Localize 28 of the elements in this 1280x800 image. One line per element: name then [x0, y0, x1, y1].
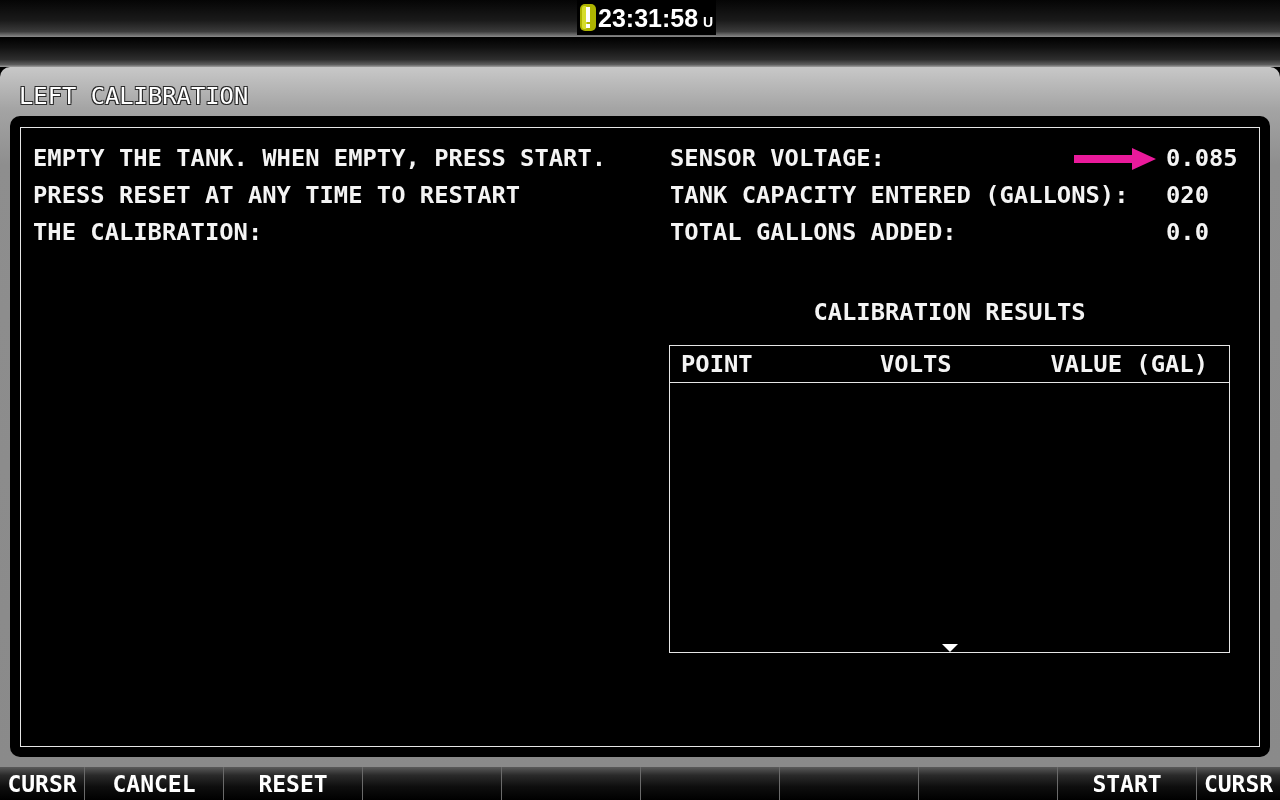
blank-softkey[interactable]: [640, 767, 779, 800]
reading-value: 020: [1166, 180, 1210, 211]
softkey[interactable]: RESET: [223, 767, 362, 800]
softkey[interactable]: CURSR: [1196, 767, 1280, 800]
softkey[interactable]: CANCEL: [84, 767, 223, 800]
softkey[interactable]: START: [1057, 767, 1196, 800]
page-title: LEFT CALIBRATION: [19, 82, 249, 110]
instruction-text: THE CALIBRATION:: [33, 217, 264, 248]
column-header: VOLTS: [880, 349, 952, 380]
softkey[interactable]: CURSR: [0, 767, 84, 800]
alert-icon: [580, 4, 596, 31]
down-triangle-icon: [941, 644, 958, 652]
blank-softkey[interactable]: [501, 767, 640, 800]
reading-label: TANK CAPACITY ENTERED (GALLONS):: [670, 180, 1129, 211]
time-zone-label: U: [703, 13, 714, 30]
column-header: POINT: [680, 349, 753, 380]
reading-value: 0.0: [1166, 217, 1210, 248]
clock-time: 23:31:58: [598, 3, 699, 32]
instruction-text: PRESS RESET AT ANY TIME TO RESTART: [33, 180, 522, 211]
column-header: VALUE (GAL): [1050, 349, 1209, 380]
blank-softkey[interactable]: [779, 767, 918, 800]
reading-label: TOTAL GALLONS ADDED:: [670, 217, 957, 248]
instruction-text: EMPTY THE TANK. WHEN EMPTY, PRESS START.: [33, 143, 608, 174]
blank-softkey[interactable]: [362, 767, 501, 800]
reading-value: 0.085: [1166, 143, 1238, 174]
blank-softkey[interactable]: [918, 767, 1057, 800]
reading-label: SENSOR VOLTAGE:: [670, 143, 885, 174]
results-title: CALIBRATION RESULTS: [813, 297, 1086, 328]
